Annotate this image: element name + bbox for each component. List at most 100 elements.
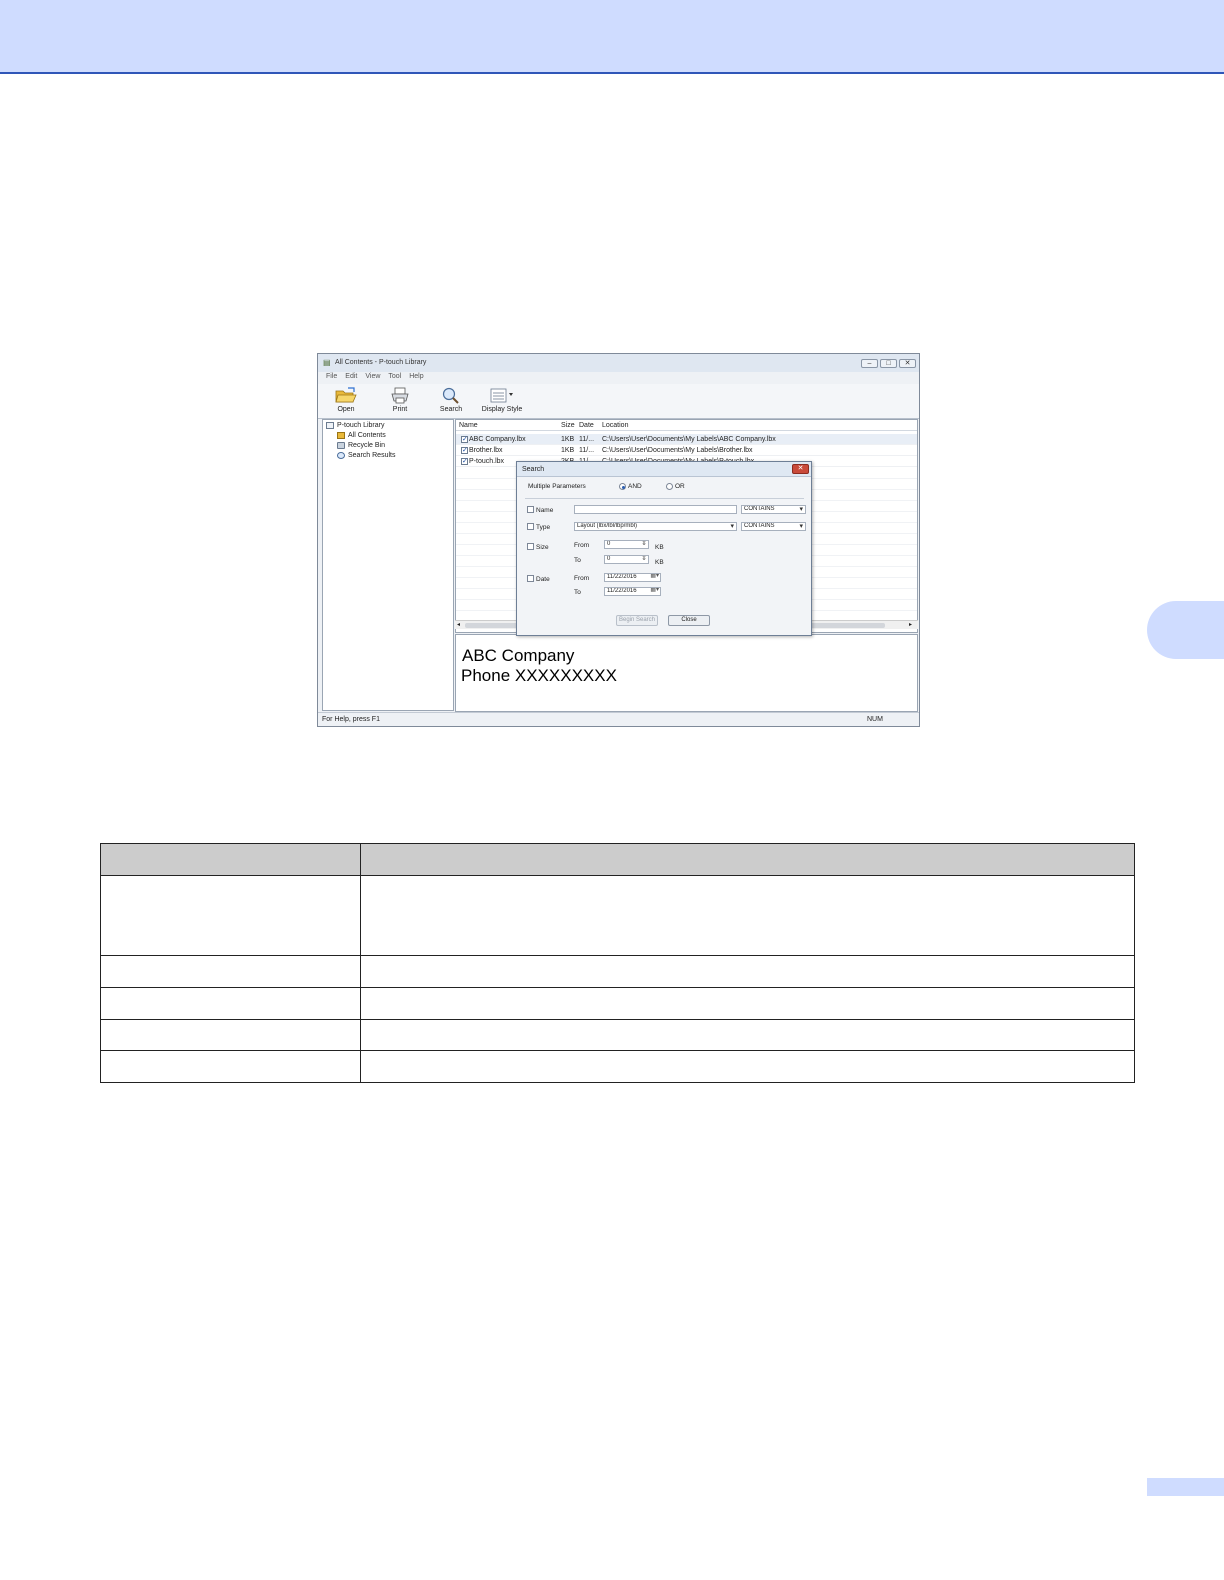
type-select[interactable]: Layout (lbx/lbl/lbp/mbl) (574, 522, 737, 531)
row-name: P-touch.lbx (469, 458, 505, 465)
dialog-close-button[interactable]: Close (668, 615, 710, 626)
size-to-stepper[interactable]: 0 (604, 555, 649, 564)
printer-icon (391, 387, 409, 404)
print-button[interactable]: Print (388, 387, 412, 413)
scroll-right-icon[interactable]: ▸ (909, 621, 912, 628)
begin-search-button[interactable]: Begin Search (616, 615, 658, 626)
table-row (100, 875, 1135, 956)
row-name: ABC Company.lbx (469, 436, 526, 443)
preview-line-2: Phone XXXXXXXXX (461, 666, 617, 685)
or-radio[interactable] (666, 483, 673, 490)
library-icon: ▤ (323, 358, 331, 367)
library-tree: P-touch Library All Contents Recycle Bin… (322, 419, 454, 711)
menu-view[interactable]: View (365, 373, 380, 383)
column-name[interactable]: Name (459, 422, 478, 429)
open-button[interactable]: Open (334, 387, 358, 413)
label-preview: ABC Company Phone XXXXXXXXX (455, 634, 918, 712)
row-checkbox[interactable]: ✓ (461, 447, 468, 454)
row-name: Brother.lbx (469, 447, 503, 454)
column-date[interactable]: Date (579, 422, 594, 429)
tree-item-label: Search Results (348, 452, 396, 459)
date-from-picker[interactable]: 11/22/2016 (604, 573, 661, 582)
menu-help[interactable]: Help (409, 373, 423, 383)
list-header: Name Size Date Location (456, 420, 917, 431)
row-checkbox[interactable]: ✓ (461, 458, 468, 465)
table-cell (100, 987, 361, 1020)
table-cell (360, 1019, 1135, 1051)
name-operator-select[interactable]: CONTAINS (741, 505, 806, 514)
table-cell (100, 875, 361, 956)
print-label: Print (392, 406, 408, 413)
table-cell (360, 955, 1135, 988)
table-row (100, 987, 1135, 1020)
status-bar: For Help, press F1 NUM (318, 712, 919, 726)
table-cell (100, 1019, 361, 1051)
table-row[interactable]: ✓ Brother.lbx 1KB 11/... C:\Users\User\D… (456, 445, 917, 456)
row-checkbox[interactable]: ✓ (461, 436, 468, 443)
menu-edit[interactable]: Edit (345, 373, 357, 383)
tree-root[interactable]: P-touch Library (326, 422, 384, 429)
window-title: All Contents - P-touch Library (335, 359, 427, 366)
search-label: Search (439, 406, 463, 413)
table-cell (100, 955, 361, 988)
and-radio[interactable] (619, 483, 626, 490)
date-checkbox[interactable] (527, 575, 534, 582)
window-titlebar: ▤ All Contents - P-touch Library – □ ✕ (318, 354, 919, 372)
magnifier-icon (442, 387, 459, 404)
table-cell (360, 987, 1135, 1020)
open-label: Open (337, 406, 355, 413)
folder-icon (337, 432, 345, 439)
ptouch-library-window: ▤ All Contents - P-touch Library – □ ✕ F… (317, 353, 920, 727)
or-label: OR (675, 483, 685, 490)
table-header-cell (100, 843, 361, 876)
table-cell (360, 1050, 1135, 1083)
status-num: NUM (867, 716, 883, 723)
scroll-left-icon[interactable]: ◂ (457, 621, 460, 628)
date-from-label: From (574, 575, 590, 582)
column-location[interactable]: Location (602, 422, 628, 429)
name-label: Name (536, 507, 554, 514)
table-cell (100, 1050, 361, 1083)
window-close-button[interactable]: ✕ (899, 359, 916, 368)
tree-item-label: Recycle Bin (348, 442, 385, 449)
type-checkbox[interactable] (527, 523, 534, 530)
description-table (100, 843, 1135, 1083)
table-row[interactable]: ✓ ABC Company.lbx 1KB 11/... C:\Users\Us… (456, 434, 917, 445)
size-checkbox[interactable] (527, 543, 534, 550)
row-location: C:\Users\User\Documents\My Labels\Brothe… (602, 447, 753, 454)
type-label: Type (536, 524, 551, 531)
size-to-unit: KB (655, 559, 664, 566)
row-size: 1KB (561, 447, 575, 454)
tree-item-recycle-bin[interactable]: Recycle Bin (337, 442, 385, 449)
table-header-row (100, 843, 1135, 876)
dialog-close-icon[interactable]: ✕ (792, 464, 809, 474)
search-dialog: Search ✕ Multiple Parameters AND OR Name… (516, 461, 812, 636)
table-row (100, 1050, 1135, 1083)
menu-tool[interactable]: Tool (388, 373, 401, 383)
page-header-band (0, 0, 1224, 74)
menu-file[interactable]: File (326, 373, 337, 383)
page-number-tab (1147, 1478, 1224, 1496)
date-to-picker[interactable]: 11/22/2016 (604, 587, 661, 596)
type-operator-select[interactable]: CONTAINS (741, 522, 806, 531)
column-size[interactable]: Size (561, 422, 575, 429)
date-label: Date (536, 576, 550, 583)
toolbar: Open Print Search Display Style (318, 384, 919, 419)
name-checkbox[interactable] (527, 506, 534, 513)
menu-bar: File Edit View Tool Help (326, 373, 432, 383)
maximize-button[interactable]: □ (880, 359, 897, 368)
size-from-stepper[interactable]: 0 (604, 540, 649, 549)
display-style-button[interactable]: Display Style (480, 387, 524, 413)
table-row (100, 955, 1135, 988)
list-view-icon (490, 388, 513, 403)
preview-line-1: ABC Company (462, 646, 575, 665)
date-to-label: To (574, 589, 581, 596)
search-button[interactable]: Search (438, 387, 464, 413)
dialog-separator (525, 498, 804, 499)
name-input[interactable] (574, 505, 737, 514)
tree-item-label: All Contents (348, 432, 386, 439)
tree-item-all-contents[interactable]: All Contents (337, 432, 386, 439)
minimize-button[interactable]: – (861, 359, 878, 368)
tree-item-search-results[interactable]: Search Results (337, 452, 395, 459)
magnifier-icon (337, 452, 345, 459)
